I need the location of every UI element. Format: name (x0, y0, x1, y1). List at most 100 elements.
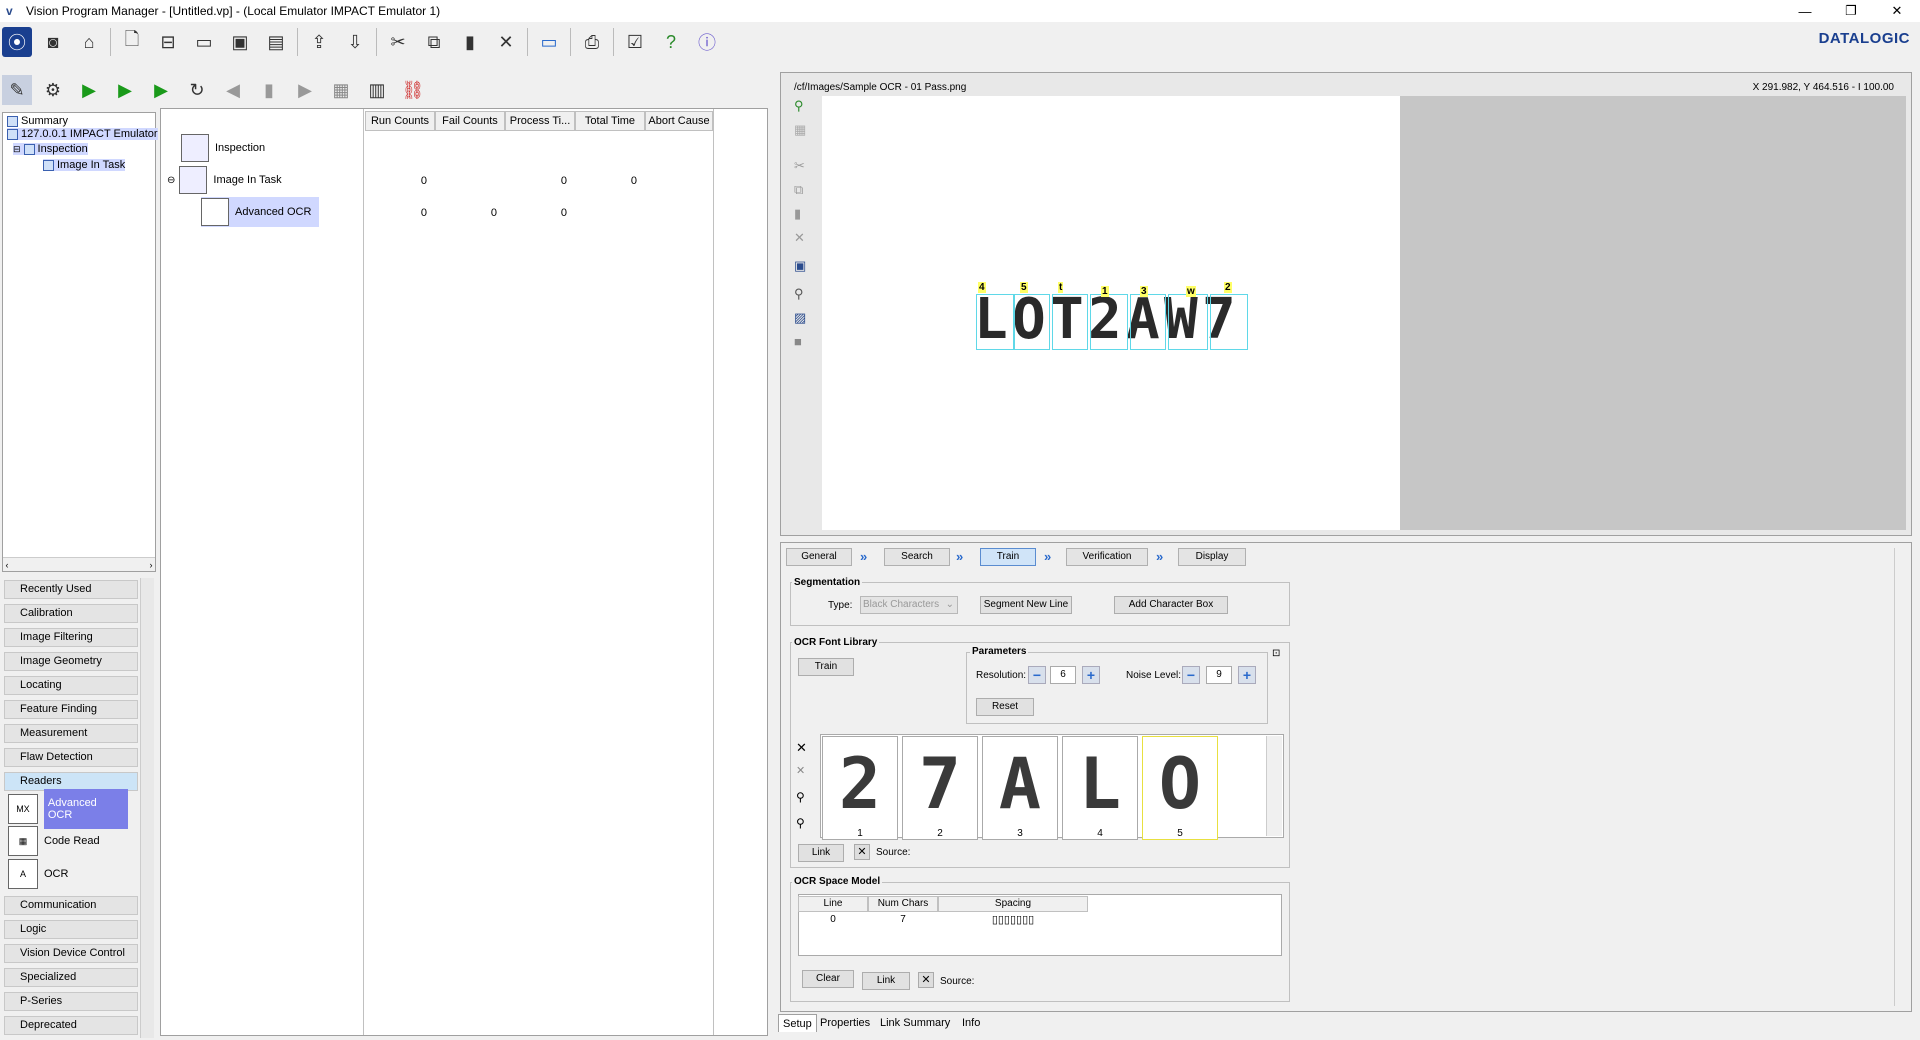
header-spacing[interactable]: Spacing (938, 896, 1088, 912)
zoom-icon[interactable]: ⚲ (794, 286, 804, 302)
char-box[interactable] (1130, 294, 1166, 350)
maximize-button[interactable]: ❐ (1828, 0, 1874, 22)
download-icon[interactable]: ⇩ (340, 27, 370, 57)
step-general[interactable]: General (786, 548, 852, 566)
category-vision-device-control[interactable]: Vision Device Control (4, 944, 138, 963)
table-row[interactable]: Inspection (181, 133, 361, 163)
setup-scrollbar[interactable] (1894, 548, 1908, 1006)
unlink-char-icon[interactable]: ✕ (796, 764, 805, 777)
copy-icon[interactable]: ⧉ (419, 27, 449, 57)
image-canvas[interactable]: L O T 2 A W 7 4 5 t 1 3 w 2 (822, 96, 1400, 530)
cut-icon[interactable]: ✂ (383, 27, 413, 57)
prev-icon[interactable]: ◀ (218, 75, 248, 105)
clear-source-icon[interactable]: ✕ (918, 972, 934, 988)
category-image-geometry[interactable]: Image Geometry (4, 652, 138, 671)
run-once-icon[interactable]: ▶ (110, 75, 140, 105)
step-search[interactable]: Search (884, 548, 950, 566)
reset-button[interactable]: Reset (976, 698, 1034, 716)
font-link-button[interactable]: Link (798, 844, 844, 862)
delete-char-icon[interactable]: ✕ (796, 740, 807, 756)
cell-spacing[interactable]: ▯▯▯▯▯▯▯ (938, 913, 1088, 926)
category-flaw-detection[interactable]: Flaw Detection (4, 748, 138, 767)
tool-code-read[interactable]: ▦ Code Read (8, 826, 128, 856)
grid-icon[interactable]: ▦ (794, 122, 806, 138)
category-image-filtering[interactable]: Image Filtering (4, 628, 138, 647)
pause-icon[interactable]: ▮ (254, 75, 284, 105)
tab-link-summary[interactable]: Link Summary (876, 1014, 954, 1032)
copy-icon[interactable]: ⧉ (794, 182, 803, 198)
char-box[interactable] (1052, 294, 1088, 350)
monitor-icon[interactable]: ▭ (534, 27, 564, 57)
minimize-button[interactable]: — (1782, 0, 1828, 22)
delete-icon[interactable]: ✕ (794, 230, 805, 246)
fill-icon[interactable]: ■ (794, 334, 802, 349)
step-train[interactable]: Train (980, 548, 1036, 566)
step-icon[interactable]: ▶ (146, 75, 176, 105)
thumb-scrollbar[interactable] (1266, 736, 1282, 836)
char-box[interactable] (1210, 294, 1248, 350)
tool-ocr[interactable]: A OCR (8, 859, 128, 889)
font-char-thumb[interactable]: L4 (1062, 736, 1138, 840)
space-link-button[interactable]: Link (862, 972, 910, 990)
header-num-chars[interactable]: Num Chars (868, 896, 938, 912)
tool-advanced-ocr[interactable]: MX Advanced OCR (8, 789, 128, 829)
collapse-icon[interactable]: ⊖ (167, 175, 175, 186)
header-abort-cause[interactable]: Abort Cause (645, 111, 713, 131)
tree-image-in-task[interactable]: Image In Task (43, 159, 126, 171)
increase-resolution-button[interactable]: + (1082, 666, 1100, 684)
decrease-noise-button[interactable]: − (1182, 666, 1200, 684)
tree-scrollbar[interactable]: ‹ › (3, 557, 155, 571)
font-char-thumb[interactable]: A3 (982, 736, 1058, 840)
checklist-icon[interactable]: ☑ (620, 27, 650, 57)
print-icon[interactable]: ⎙ (577, 27, 607, 57)
run-icon[interactable]: ▶ (74, 75, 104, 105)
header-run-counts[interactable]: Run Counts (365, 111, 435, 131)
tab-properties[interactable]: Properties (816, 1014, 874, 1032)
step-display[interactable]: Display (1178, 548, 1246, 566)
segment-new-line-button[interactable]: Segment New Line (980, 596, 1072, 614)
tree-summary[interactable]: Summary (7, 115, 68, 127)
clear-button[interactable]: Clear (802, 970, 854, 988)
category-logic[interactable]: Logic (4, 920, 138, 939)
about-icon[interactable]: ⓘ (692, 27, 722, 57)
zoom-in-icon[interactable]: ⚲ (796, 790, 805, 804)
category-specialized[interactable]: Specialized (4, 968, 138, 987)
image-icon[interactable]: ▣ (794, 258, 806, 274)
type-select[interactable]: Black Characters ⌄ (860, 596, 958, 614)
category-p-series[interactable]: P-Series (4, 992, 138, 1011)
cut-icon[interactable]: ✂ (794, 158, 805, 174)
category-communication[interactable]: Communication (4, 896, 138, 915)
link-icon[interactable]: ⛓ (398, 75, 428, 105)
table-row[interactable]: Advanced OCR (201, 197, 319, 227)
settings-icon[interactable]: ⚙ (38, 75, 68, 105)
category-measurement[interactable]: Measurement (4, 724, 138, 743)
decrease-resolution-button[interactable]: − (1028, 666, 1046, 684)
char-box[interactable] (1168, 294, 1208, 350)
paste-icon[interactable]: ▮ (794, 206, 801, 222)
device-connect-icon[interactable]: ⦿ (2, 27, 32, 57)
histogram-icon[interactable]: ▨ (794, 310, 806, 326)
tab-setup[interactable]: Setup (778, 1014, 817, 1032)
add-character-box-button[interactable]: Add Character Box (1114, 596, 1228, 614)
pin-icon[interactable]: ⊡ (1272, 648, 1280, 659)
clear-source-icon[interactable]: ✕ (854, 844, 870, 860)
save-icon[interactable]: ▣ (225, 27, 255, 57)
tree-device[interactable]: 127.0.0.1 IMPACT Emulator (7, 128, 158, 140)
tool-icon[interactable]: ⚲ (794, 98, 804, 114)
stop-icon[interactable]: ◙ (38, 27, 68, 57)
tab-info[interactable]: Info (958, 1014, 984, 1032)
home-icon[interactable]: ⌂ (74, 27, 104, 57)
category-feature-finding[interactable]: Feature Finding (4, 700, 138, 719)
edit-mode-icon[interactable]: ✎ (2, 75, 32, 105)
tree-inspection[interactable]: ⊟ Inspection (13, 143, 88, 155)
open-folder-icon[interactable]: ▭ (189, 27, 219, 57)
paste-icon[interactable]: ▮ (455, 27, 485, 57)
stack-icon[interactable]: ▦ (326, 75, 356, 105)
table-row[interactable]: ⊖ Image In Task (167, 165, 363, 195)
char-box[interactable] (1090, 294, 1128, 350)
category-recently-used[interactable]: Recently Used (4, 580, 138, 599)
help-icon[interactable]: ? (656, 27, 686, 57)
category-deprecated[interactable]: Deprecated (4, 1016, 138, 1035)
delete-icon[interactable]: ✕ (491, 27, 521, 57)
font-char-thumb[interactable]: O5 (1142, 736, 1218, 840)
